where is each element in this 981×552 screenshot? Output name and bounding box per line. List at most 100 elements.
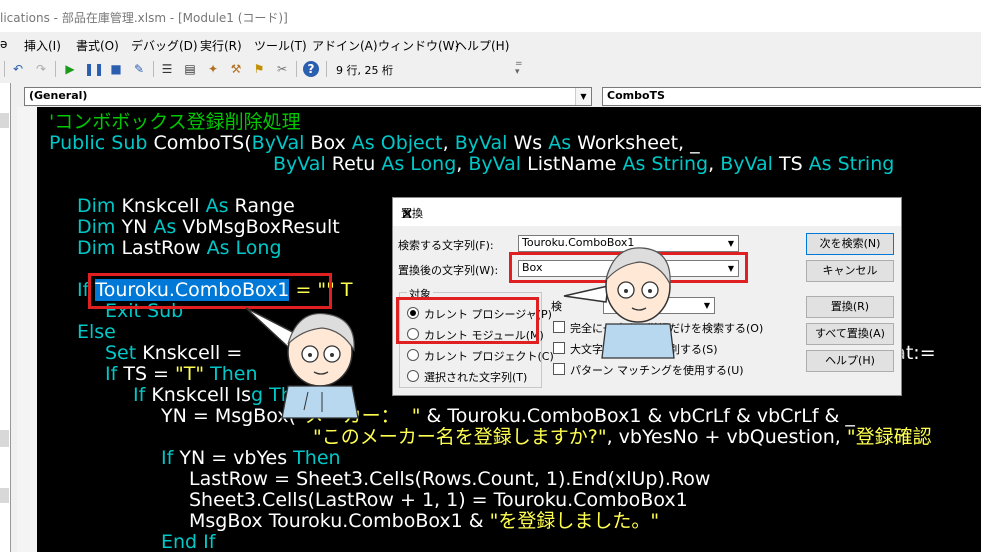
menu-view-partial[interactable]: ə [0, 37, 7, 51]
menu-bar: ə 挿入(I) 書式(O) デバッグ(D) 実行(R) ツール(T) アドイン(… [0, 32, 981, 56]
scope-selection-radio[interactable]: 選択された文字列(T) [407, 369, 527, 385]
code-text: Worksheet, _ [571, 132, 700, 154]
toolbox-icon[interactable]: ⚒ [227, 60, 245, 78]
tools-icon[interactable]: ✂ [273, 60, 291, 78]
cursor-position: 9 行, 25 桁 [336, 64, 393, 77]
code-line[interactable]: If TS = "T" Then [105, 364, 258, 385]
menu-tools[interactable]: ツール(T) [254, 37, 307, 54]
code-keyword: As Long [381, 153, 457, 175]
menu-debug[interactable]: デバッグ(D) [131, 37, 198, 54]
code-text: YN = vbYes [173, 447, 294, 469]
object-dropdown[interactable]: (General) ▼ [24, 87, 592, 106]
code-keyword: Dim [77, 216, 116, 238]
code-text: , [708, 153, 721, 175]
code-text: ComboTS( [153, 132, 252, 154]
code-text: Retu [325, 153, 382, 175]
pane-scroll-thumb[interactable] [0, 488, 9, 503]
pane-scroll-thumb[interactable] [0, 113, 9, 128]
code-line[interactable]: Sheet3.Cells(LastRow + 1, 1) = Touroku.C… [189, 490, 688, 511]
procedure-dropdown[interactable]: ComboTS [602, 87, 981, 106]
scope-project-radio[interactable]: カレント プロジェクト(C) [407, 348, 554, 364]
code-text: Knskcell = [136, 342, 249, 364]
toolbar-grip-icon[interactable]: = ▾ [515, 60, 523, 80]
code-text: YN [115, 216, 154, 238]
code-comment: 'コンボボックス登録削除処理 [49, 111, 301, 133]
code-line[interactable]: 'コンボボックス登録削除処理 [49, 112, 301, 133]
code-text: VbMsgBoxResult [176, 216, 340, 238]
scope-project-label: カレント プロジェクト(C) [424, 350, 554, 363]
standard-toolbar: ↶ ↷ ▶ ❚❚ ■ ✎ ☰ ▤ ✦ ⚒ ⚑ ✂ ? 9 行, 25 桁 [0, 56, 530, 84]
object-browser-icon[interactable]: ✦ [204, 60, 222, 78]
code-keyword: If [161, 447, 174, 469]
properties-window-icon[interactable]: ▤ [181, 60, 199, 78]
close-icon[interactable]: ✕ [401, 205, 891, 223]
code-keyword: Dim [77, 195, 116, 217]
code-line[interactable]: Dim YN As VbMsgBoxResult [77, 217, 340, 238]
find-label: 検索する文字列(F): [398, 239, 494, 252]
help-button[interactable]: ヘルプ(H) [806, 350, 894, 372]
cancel-button[interactable]: キャンセル [806, 260, 894, 282]
design-mode-icon[interactable]: ✎ [130, 60, 148, 78]
run-icon[interactable]: ▶ [61, 60, 79, 78]
menu-window[interactable]: ウィンドウ(W) [378, 37, 459, 54]
code-keyword: ByVal [720, 153, 773, 175]
chevron-down-icon[interactable]: ▼ [700, 298, 714, 313]
code-keyword: Dim [77, 237, 116, 259]
code-keyword: As [153, 216, 177, 238]
toolbar-separator [153, 61, 154, 77]
redo-icon[interactable]: ↷ [32, 60, 50, 78]
toolbar-separator [326, 61, 327, 77]
code-text: TS = [117, 363, 176, 385]
toolbox-chest-icon[interactable]: ⚑ [250, 60, 268, 78]
code-line[interactable]: ByVal Retu As Long, ByVal ListName As St… [273, 154, 894, 175]
code-margin-bar [17, 107, 37, 552]
pointing-character-illustration [245, 307, 359, 419]
code-keyword: As String [622, 153, 709, 175]
replace-label: 置換後の文字列(W): [398, 264, 499, 277]
code-string: "を登録しました。" [489, 510, 660, 532]
project-explorer-icon[interactable]: ☰ [158, 60, 176, 78]
replace-all-button[interactable]: すべて置換(A) [806, 323, 894, 345]
code-text: , [442, 132, 455, 154]
chevron-down-icon[interactable]: ▼ [724, 236, 738, 251]
code-line[interactable]: LastRow = Sheet3.Cells(Rows.Count, 1).En… [189, 469, 710, 490]
code-line[interactable]: "このメーカー名を登録しますか?", vbYesNo + vbQuestion,… [313, 427, 932, 448]
code-line[interactable]: Else [77, 322, 116, 343]
title-bar: lications - 部品在庫管理.xlsm - [Module1 (コード)… [0, 0, 981, 32]
radio-icon [407, 370, 419, 382]
code-line[interactable]: Set Knskcell = lookat:= [105, 342, 936, 364]
undo-icon[interactable]: ↶ [9, 60, 27, 78]
pane-scroll-thumb[interactable] [0, 430, 9, 447]
code-line[interactable]: If YN = vbYes Then [161, 448, 341, 469]
code-text: Ws [507, 132, 549, 154]
menu-run[interactable]: 実行(R) [200, 37, 242, 54]
project-pane-edge [0, 83, 11, 552]
window-title: lications - 部品在庫管理.xlsm - [Module1 (コード)… [0, 11, 288, 25]
code-keyword: As [205, 195, 229, 217]
pattern-checkbox[interactable]: パターン マッチングを使用する(U) [553, 362, 744, 378]
code-line[interactable]: Dim Knskcell As Range [77, 196, 295, 217]
code-keyword: ByVal [273, 153, 326, 175]
chevron-down-icon[interactable]: ▼ [575, 88, 591, 105]
radio-icon [407, 349, 419, 361]
menu-addins[interactable]: アドイン(A) [312, 37, 378, 54]
code-text: , vbYesNo + vbQuestion, [606, 426, 847, 448]
code-line[interactable]: Dim LastRow As Long [77, 238, 282, 259]
menu-insert[interactable]: 挿入(I) [24, 37, 61, 54]
code-keyword: If [133, 384, 146, 406]
replace-button[interactable]: 置換(R) [806, 296, 894, 318]
help-icon[interactable]: ? [303, 61, 319, 77]
code-keyword: Public Sub [49, 132, 154, 154]
toolbar-separator [296, 61, 297, 77]
code-line[interactable]: MsgBox Touroku.ComboBox1 & "を登録しました。" [189, 511, 659, 532]
code-line[interactable]: Public Sub ComboTS(ByVal Box As Object, … [49, 133, 700, 154]
menu-format[interactable]: 書式(O) [76, 37, 119, 54]
code-line[interactable]: End If [161, 532, 215, 552]
reset-icon[interactable]: ■ [107, 60, 125, 78]
menu-help[interactable]: ヘルプ(H) [455, 37, 509, 54]
code-keyword: End If [161, 531, 216, 552]
find-next-button[interactable]: 次を検索(N) [806, 233, 894, 255]
code-text: Range [228, 195, 295, 217]
pause-icon[interactable]: ❚❚ [84, 60, 104, 78]
code-text: TS [772, 153, 809, 175]
